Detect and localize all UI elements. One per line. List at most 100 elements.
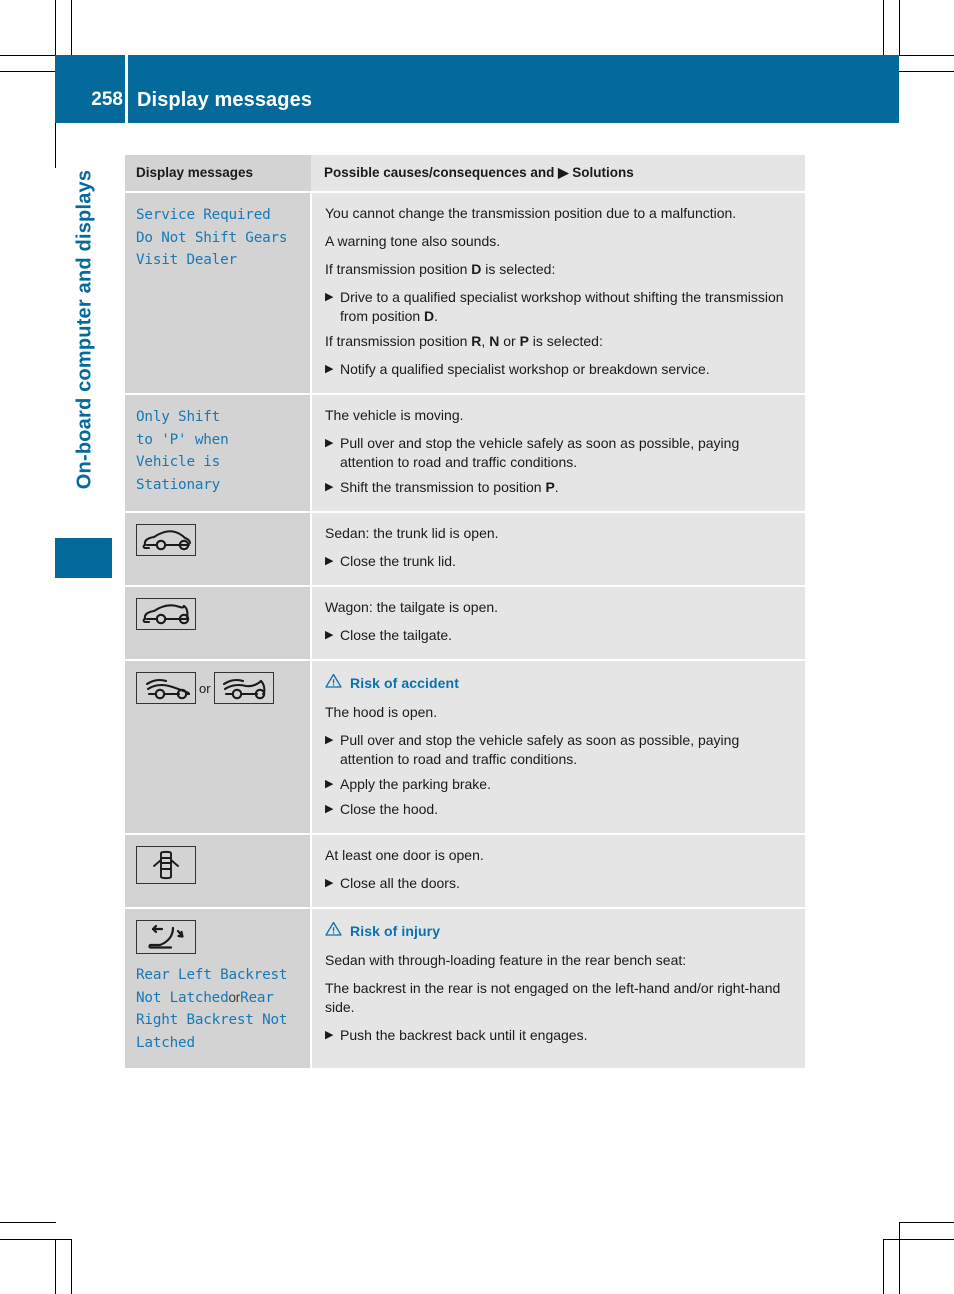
table-cell-description: Risk of accident The hood is open. ▶ Pull o… <box>311 660 805 835</box>
solution-arrow-icon: ▶ <box>325 734 334 746</box>
table-row: At least one door is open. ▶ Close all the… <box>125 834 805 909</box>
table-cell-message: Rear Left Backrest Not LatchedorRear Righ… <box>125 908 312 1070</box>
warning-triangle-icon <box>325 921 342 941</box>
gear-position-label: R <box>471 333 482 349</box>
solution-step: ▶ Pull over and stop the vehicle safely a… <box>325 434 795 472</box>
crop-mark-bottom-right-v1 <box>883 1239 884 1294</box>
crop-mark-bottom-right-h1 <box>899 1222 954 1223</box>
solution-arrow-icon: ▶ <box>325 481 334 493</box>
solution-step: ▶ Drive to a qualified specialist worksho… <box>325 288 795 326</box>
message-separator-or: or <box>228 989 241 1005</box>
table-cell-description: Risk of injury Sedan with through-loading… <box>311 908 805 1070</box>
description-paragraph: Sedan with through-loading feature in th… <box>325 952 687 968</box>
backrest-not-latched-icon <box>136 920 196 954</box>
gear-position-label: P <box>519 333 529 349</box>
chapter-side-tab-marker <box>55 538 112 578</box>
solution-arrow-icon: ▶ <box>325 363 334 375</box>
table-header-row: Display messages Possible causes/consequ… <box>125 155 805 193</box>
solution-step-text: Close the trunk lid. <box>340 553 456 569</box>
solution-step-text: Close the tailgate. <box>340 627 453 643</box>
display-message-text: Rear Left Backrest Not LatchedorRear Righ… <box>136 964 300 1054</box>
description-paragraph: At least one door is open. <box>325 847 484 863</box>
message-icon-group <box>136 846 300 884</box>
solution-arrow-icon: ▶ <box>325 437 334 449</box>
solution-step-text: Drive to a qualified specialist workshop… <box>340 289 784 324</box>
gear-position-label: D <box>424 308 435 324</box>
icon-separator-or: or <box>199 680 211 696</box>
crop-mark-top-right-h2 <box>899 71 954 72</box>
message-icon-group: or <box>136 672 300 704</box>
table-cell-message: Service Required Do Not Shift Gears Visit … <box>125 192 312 395</box>
warning-header: Risk of injury <box>325 921 795 941</box>
message-icon-group <box>136 598 300 630</box>
table-row: Wagon: the tailgate is open. ▶ Close the t… <box>125 586 805 661</box>
solution-step-text: Pull over and stop the vehicle safely as… <box>340 732 740 767</box>
solution-arrow-icon: ▶ <box>325 1029 334 1041</box>
solution-step: ▶ Close the trunk lid. <box>325 552 795 571</box>
column-header-display-messages: Display messages <box>125 155 311 193</box>
page-header-bar: 258 Display messages <box>55 55 899 123</box>
crop-mark-top-right-v1 <box>883 0 884 55</box>
crop-mark-bottom-right-h2 <box>883 1239 954 1240</box>
table-cell-description: Sedan: the trunk lid is open. ▶ Close the … <box>311 512 805 587</box>
solution-arrow-icon: ▶ <box>325 877 334 889</box>
crop-mark-top-right-h1 <box>899 55 954 56</box>
table-cell-message <box>125 586 312 661</box>
solution-step-text: Push the backrest back until it engages. <box>340 1027 588 1043</box>
crop-mark-bottom-left-v2 <box>71 1239 72 1294</box>
header-divider <box>125 55 128 123</box>
door-open-top-view-icon <box>136 846 196 884</box>
description-paragraph: A warning tone also sounds. <box>325 233 501 249</box>
solution-arrow-icon: ▶ <box>325 291 334 303</box>
table-row: Rear Left Backrest Not LatchedorRear Righ… <box>125 908 805 1070</box>
solution-step-text: Close all the doors. <box>340 875 460 891</box>
solution-arrow-icon: ▶ <box>325 629 334 641</box>
warning-label: Risk of injury <box>350 923 441 939</box>
table-cell-message: Only Shift to 'P' when Vehicle is Stationar… <box>125 394 312 513</box>
crop-mark-bottom-left-h1 <box>0 1222 56 1223</box>
description-paragraph: The hood is open. <box>325 704 438 720</box>
table-row: Only Shift to 'P' when Vehicle is Stationar… <box>125 394 805 513</box>
table-cell-description: The vehicle is moving. ▶ Pull over and sto… <box>311 394 805 513</box>
table-cell-message: or <box>125 660 312 835</box>
sedan-hood-open-icon <box>136 672 196 704</box>
crop-mark-top-left-h2 <box>0 71 56 72</box>
solution-arrow-icon: ▶ <box>325 778 334 790</box>
table-row: Service Required Do Not Shift Gears Visit … <box>125 192 805 395</box>
wagon-tailgate-open-icon <box>136 598 196 630</box>
solution-step: ▶ Close the tailgate. <box>325 626 795 645</box>
message-icon-group <box>136 524 300 556</box>
display-message-text: Only Shift to 'P' when Vehicle is Stationar… <box>136 409 229 493</box>
solution-step: ▶ Close the hood. <box>325 800 795 819</box>
display-messages-table: Display messages Possible causes/consequ… <box>125 155 805 1070</box>
message-icon-group <box>136 920 300 954</box>
solution-step: ▶ Apply the parking brake. <box>325 775 795 794</box>
table-cell-message <box>125 834 312 909</box>
gear-position-label: N <box>489 333 500 349</box>
solution-step: ▶ Push the backrest back until it engages… <box>325 1026 795 1045</box>
display-message-text: Service Required Do Not Shift Gears Visit … <box>136 207 288 268</box>
wagon-hood-open-icon <box>213 672 274 704</box>
warning-triangle-icon <box>325 673 342 693</box>
solution-step-text: Notify a qualified specialist workshop o… <box>340 361 710 377</box>
solution-step: ▶ Pull over and stop the vehicle safely a… <box>325 731 795 769</box>
solution-step: ▶ Close all the doors. <box>325 874 795 893</box>
chapter-side-tab-label: On-board computer and displays <box>73 169 96 490</box>
table-cell-message <box>125 512 312 587</box>
crop-mark-top-left-v2 <box>71 0 72 55</box>
description-paragraph: If transmission position D is selected: <box>325 261 556 277</box>
solution-step-text: Pull over and stop the vehicle safely as… <box>340 435 740 470</box>
solution-step-text: Shift the transmission to position P. <box>340 479 559 495</box>
table-cell-description: You cannot change the transmission posit… <box>311 192 805 395</box>
warning-label: Risk of accident <box>350 675 459 691</box>
gear-position-label: D <box>471 261 482 277</box>
solution-arrow-icon: ▶ <box>325 555 334 567</box>
description-paragraph: You cannot change the transmission posit… <box>325 205 737 221</box>
table-row: or Risk of accident The hood is open. ▶ Pull… <box>125 660 805 835</box>
solution-step: ▶ Notify a qualified specialist workshop … <box>325 360 795 379</box>
warning-header: Risk of accident <box>325 673 795 693</box>
solution-step-text: Apply the parking brake. <box>340 776 491 792</box>
column-header-causes-solutions: Possible causes/consequences and ▶ Solut… <box>311 155 805 193</box>
description-paragraph: If transmission position R, N or P is se… <box>325 333 603 349</box>
table-cell-description: Wagon: the tailgate is open. ▶ Close the t… <box>311 586 805 661</box>
